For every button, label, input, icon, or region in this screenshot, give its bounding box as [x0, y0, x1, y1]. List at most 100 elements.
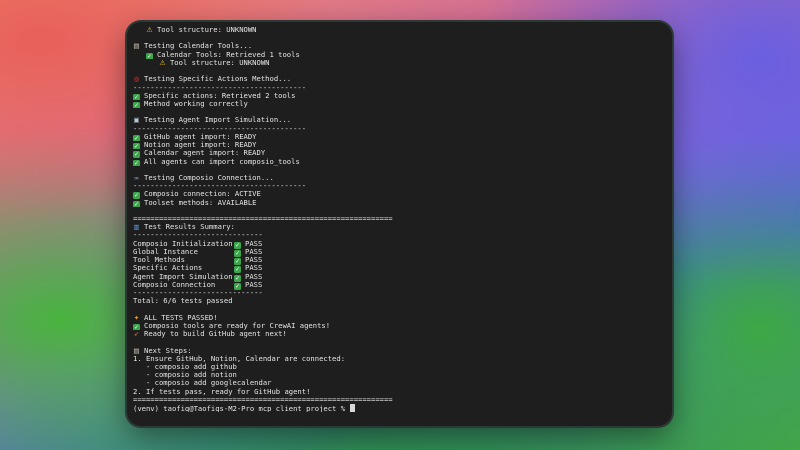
warning-icon: ⚠	[159, 58, 166, 67]
output-line: ✓ Calendar agent import: READY	[133, 149, 666, 158]
check-icon: ✓	[133, 159, 140, 166]
line-text: ----------------------------------------	[133, 124, 307, 133]
output-line: ✓ Composio connection: ACTIVE	[133, 190, 666, 199]
output-line: ----------------------------------------	[133, 182, 666, 190]
output-line: - composio add googlecalendar	[133, 379, 666, 387]
status-text: PASS	[245, 279, 263, 289]
warning-icon: ⚠	[146, 26, 153, 34]
line-text: Calendar agent import: READY	[144, 149, 266, 158]
party-icon: ✦	[133, 313, 140, 322]
robot-icon: ▣	[133, 116, 140, 125]
output-line: ✓ Notion agent import: READY	[133, 141, 666, 150]
output-line: ⚠ Tool structure: UNKNOWN	[133, 26, 666, 34]
line-text: Specific actions: Retrieved 2 tools	[144, 91, 296, 100]
output-line: ========================================…	[133, 215, 666, 223]
output-line: ----------------------------------------	[133, 125, 666, 133]
chart-icon: ▥	[133, 223, 140, 232]
output-line: 1. Ensure GitHub, Notion, Calendar are c…	[133, 355, 666, 363]
prompt-text: (venv) taofiq@Taofiqs-M2-Pro mcp_client_…	[133, 404, 350, 413]
line-text: Testing Composio Connection...	[144, 173, 274, 182]
line-text: ALL TESTS PASSED!	[144, 313, 218, 322]
line-text: ========================================…	[133, 395, 393, 404]
line-text: - composio add notion	[133, 371, 237, 380]
line-text: Toolset methods: AVAILABLE	[144, 198, 257, 207]
line-text: Testing Agent Import Simulation...	[144, 116, 292, 125]
line-text: - composio add googlecalendar	[133, 379, 272, 388]
output-line: ▣ Testing Agent Import Simulation...	[133, 116, 666, 124]
terminal-window[interactable]: ⚠ Tool structure: UNKNOWN ▤ Testing Calenda…	[127, 22, 672, 426]
output-line: ▥ Test Results Summary:	[133, 223, 666, 231]
line-text: 1. Ensure GitHub, Notion, Calendar are c…	[133, 354, 346, 363]
line-text: Method working correctly	[144, 99, 248, 108]
output-line: ➶ Ready to build GitHub agent next!	[133, 330, 666, 338]
output-line: ✓ Composio tools are ready for CrewAI age…	[133, 321, 666, 331]
check-icon: ✓	[133, 200, 140, 207]
terminal-output: ⚠ Tool structure: UNKNOWN ▤ Testing Calenda…	[133, 26, 666, 412]
output-line: 2. If tests pass, ready for GitHub agent…	[133, 388, 666, 396]
output-line: ◎ Testing Specific Actions Method...	[133, 75, 666, 83]
output-line: ========================================…	[133, 396, 666, 404]
output-line: Total: 6/6 tests passed	[133, 297, 666, 305]
cursor	[350, 404, 356, 413]
line-text: Notion agent import: READY	[144, 141, 257, 150]
output-line: ✓ Method working correctly	[133, 99, 666, 109]
line-text: ------------------------------	[133, 289, 263, 297]
output-line: ∞ Testing Composio Connection...	[133, 174, 666, 182]
output-line: ▤ Testing Calendar Tools...	[133, 42, 666, 50]
output-line: ✓ Specific actions: Retrieved 2 tools	[133, 92, 666, 100]
output-line: ✓ Toolset methods: AVAILABLE	[133, 199, 666, 207]
target-icon: ◎	[133, 75, 140, 84]
check-icon: ✓	[133, 151, 140, 158]
output-line: ------------------------------	[133, 289, 666, 297]
line-text: - composio add github	[133, 362, 237, 371]
output-line: - composio add github	[133, 363, 666, 371]
link-icon: ∞	[133, 173, 140, 182]
line-text: Testing Specific Actions Method...	[144, 75, 292, 84]
line-text: 2. If tests pass, ready for GitHub agent…	[133, 387, 311, 396]
check-icon: ✓	[133, 192, 140, 199]
line-text: ----------------------------------------	[133, 182, 307, 191]
output-line: ⚠ Tool structure: UNKNOWN	[133, 59, 666, 67]
check-icon: ✓	[133, 101, 140, 109]
line-text: Composio connection: ACTIVE	[144, 190, 261, 199]
output-line: - composio add notion	[133, 371, 666, 379]
summary-row: Global Instance ✓ PASS	[133, 247, 666, 257]
line-text: Total: 6/6 tests passed	[133, 297, 233, 306]
output-line: ✦ ALL TESTS PASSED!	[133, 314, 666, 322]
summary-row: Tool Methods ✓ PASS	[133, 255, 666, 266]
line-text: All agents can import composio_tools	[144, 157, 300, 166]
summary-result: ✓ PASS	[234, 279, 263, 290]
line-text: GitHub agent import: READY	[144, 132, 257, 141]
line-text: Composio tools are ready for CrewAI agen…	[144, 321, 331, 330]
line-text: ----------------------------------------	[133, 83, 307, 92]
line-text: Testing Calendar Tools...	[144, 42, 253, 51]
line-text: Tool structure: UNKNOWN	[169, 58, 270, 67]
line-text: Test Results Summary:	[144, 223, 235, 232]
clipboard-icon: ▤	[133, 346, 140, 355]
line-text: ========================================…	[133, 215, 393, 224]
summary-row: Composio Initialization ✓ PASS	[133, 239, 666, 249]
summary-row: Composio Connection ✓ PASS	[133, 279, 666, 290]
shell-prompt[interactable]: (venv) taofiq@Taofiqs-M2-Pro mcp_client_…	[133, 404, 666, 412]
line-text: Tool structure: UNKNOWN	[156, 26, 257, 34]
line-text: Ready to build GitHub agent next!	[144, 330, 287, 339]
output-line: ✓ GitHub agent import: READY	[133, 132, 666, 142]
line-text: Calendar Tools: Retrieved 1 tools	[156, 50, 300, 59]
output-line: ----------------------------------------	[133, 84, 666, 92]
clipboard-icon: ▤	[133, 42, 140, 51]
output-line: ✓ All agents can import composio_tools	[133, 158, 666, 166]
output-line: ▤ Next Steps:	[133, 347, 666, 355]
line-text: Next Steps:	[144, 346, 192, 355]
rocket-icon: ➶	[133, 330, 140, 339]
output-line: ✓ Calendar Tools: Retrieved 1 tools	[133, 51, 666, 59]
